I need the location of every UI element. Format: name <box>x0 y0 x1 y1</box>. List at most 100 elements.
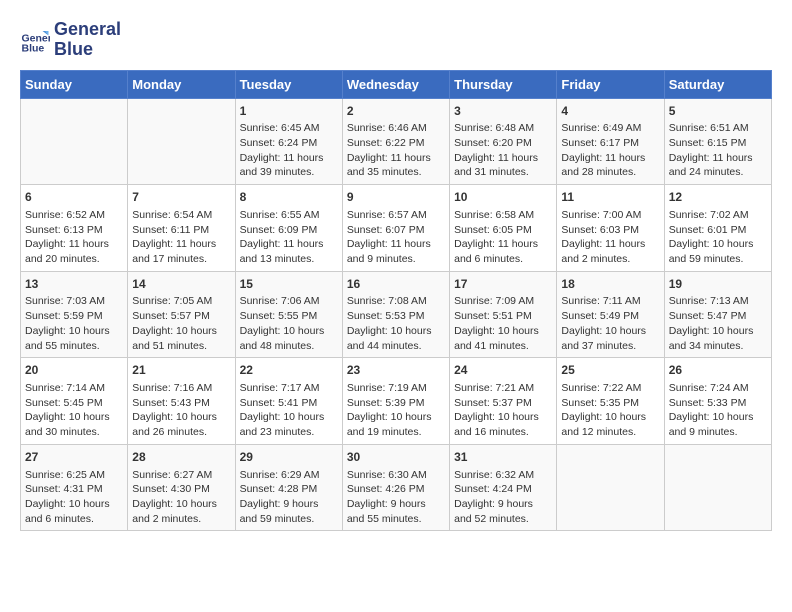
day-info: Sunset: 6:20 PM <box>454 136 552 151</box>
day-info: Sunset: 5:57 PM <box>132 309 230 324</box>
day-info: Sunrise: 6:52 AM <box>25 208 123 223</box>
day-info: Sunrise: 6:57 AM <box>347 208 445 223</box>
day-number: 14 <box>132 276 230 293</box>
day-info: Daylight: 10 hours and 16 minutes. <box>454 410 552 439</box>
day-info: Sunrise: 6:30 AM <box>347 468 445 483</box>
day-info: Sunrise: 7:05 AM <box>132 294 230 309</box>
day-info: Sunset: 6:17 PM <box>561 136 659 151</box>
day-info: Daylight: 10 hours and 37 minutes. <box>561 324 659 353</box>
day-cell: 21Sunrise: 7:16 AMSunset: 5:43 PMDayligh… <box>128 358 235 445</box>
header-row: SundayMondayTuesdayWednesdayThursdayFrid… <box>21 70 772 98</box>
day-cell: 7Sunrise: 6:54 AMSunset: 6:11 PMDaylight… <box>128 185 235 272</box>
day-number: 20 <box>25 362 123 379</box>
day-info: Daylight: 11 hours and 6 minutes. <box>454 237 552 266</box>
day-info: Sunset: 5:45 PM <box>25 396 123 411</box>
day-cell <box>21 98 128 185</box>
day-cell: 30Sunrise: 6:30 AMSunset: 4:26 PMDayligh… <box>342 444 449 531</box>
day-info: Sunset: 4:24 PM <box>454 482 552 497</box>
day-info: Daylight: 11 hours and 9 minutes. <box>347 237 445 266</box>
day-number: 28 <box>132 449 230 466</box>
day-info: Sunrise: 6:55 AM <box>240 208 338 223</box>
day-info: Sunrise: 6:46 AM <box>347 121 445 136</box>
day-info: Sunrise: 7:24 AM <box>669 381 767 396</box>
day-cell: 4Sunrise: 6:49 AMSunset: 6:17 PMDaylight… <box>557 98 664 185</box>
day-number: 29 <box>240 449 338 466</box>
day-info: Daylight: 10 hours and 12 minutes. <box>561 410 659 439</box>
day-number: 15 <box>240 276 338 293</box>
day-cell: 1Sunrise: 6:45 AMSunset: 6:24 PMDaylight… <box>235 98 342 185</box>
day-info: Sunset: 4:31 PM <box>25 482 123 497</box>
day-info: Sunset: 6:24 PM <box>240 136 338 151</box>
day-cell: 25Sunrise: 7:22 AMSunset: 5:35 PMDayligh… <box>557 358 664 445</box>
day-info: Sunrise: 6:48 AM <box>454 121 552 136</box>
day-info: Sunrise: 7:19 AM <box>347 381 445 396</box>
day-info: Daylight: 10 hours and 59 minutes. <box>669 237 767 266</box>
day-info: Daylight: 11 hours and 17 minutes. <box>132 237 230 266</box>
day-info: Daylight: 10 hours and 23 minutes. <box>240 410 338 439</box>
day-cell: 19Sunrise: 7:13 AMSunset: 5:47 PMDayligh… <box>664 271 771 358</box>
day-info: Sunset: 4:26 PM <box>347 482 445 497</box>
day-cell: 10Sunrise: 6:58 AMSunset: 6:05 PMDayligh… <box>450 185 557 272</box>
day-info: Daylight: 10 hours and 55 minutes. <box>25 324 123 353</box>
day-cell: 9Sunrise: 6:57 AMSunset: 6:07 PMDaylight… <box>342 185 449 272</box>
day-number: 27 <box>25 449 123 466</box>
header-cell-thursday: Thursday <box>450 70 557 98</box>
day-info: Daylight: 11 hours and 35 minutes. <box>347 151 445 180</box>
day-cell: 14Sunrise: 7:05 AMSunset: 5:57 PMDayligh… <box>128 271 235 358</box>
day-info: Daylight: 10 hours and 9 minutes. <box>669 410 767 439</box>
day-cell <box>557 444 664 531</box>
day-cell: 27 Sunrise: 6:25 AMSunset: 4:31 PMDayligh… <box>21 444 128 531</box>
day-info: Daylight: 10 hours and 51 minutes. <box>132 324 230 353</box>
day-cell: 18Sunrise: 7:11 AMSunset: 5:49 PMDayligh… <box>557 271 664 358</box>
svg-text:Blue: Blue <box>22 42 45 54</box>
day-cell: 29Sunrise: 6:29 AMSunset: 4:28 PMDayligh… <box>235 444 342 531</box>
header-cell-wednesday: Wednesday <box>342 70 449 98</box>
day-number: 3 <box>454 103 552 120</box>
day-info: Sunset: 5:53 PM <box>347 309 445 324</box>
day-number: 16 <box>347 276 445 293</box>
day-info: Sunset: 5:59 PM <box>25 309 123 324</box>
day-number: 18 <box>561 276 659 293</box>
day-info: Sunrise: 6:25 AM <box>25 468 123 483</box>
day-number: 21 <box>132 362 230 379</box>
day-number: 22 <box>240 362 338 379</box>
day-info: Daylight: 11 hours and 31 minutes. <box>454 151 552 180</box>
day-info: Sunrise: 7:11 AM <box>561 294 659 309</box>
day-info: Sunset: 5:49 PM <box>561 309 659 324</box>
day-number: 4 <box>561 103 659 120</box>
day-number: 1 <box>240 103 338 120</box>
day-cell <box>664 444 771 531</box>
day-info: Sunrise: 6:51 AM <box>669 121 767 136</box>
day-info: Daylight: 11 hours and 39 minutes. <box>240 151 338 180</box>
header-cell-saturday: Saturday <box>664 70 771 98</box>
day-info: Daylight: 10 hours and 19 minutes. <box>347 410 445 439</box>
day-info: Daylight: 11 hours and 20 minutes. <box>25 237 123 266</box>
day-info: Sunrise: 7:17 AM <box>240 381 338 396</box>
day-info: Daylight: 11 hours and 13 minutes. <box>240 237 338 266</box>
day-info: Sunset: 5:43 PM <box>132 396 230 411</box>
week-row-2: 6Sunrise: 6:52 AMSunset: 6:13 PMDaylight… <box>21 185 772 272</box>
logo: General Blue General Blue <box>20 20 121 60</box>
day-cell: 8Sunrise: 6:55 AMSunset: 6:09 PMDaylight… <box>235 185 342 272</box>
day-info: Sunrise: 6:58 AM <box>454 208 552 223</box>
day-cell: 23Sunrise: 7:19 AMSunset: 5:39 PMDayligh… <box>342 358 449 445</box>
day-number: 23 <box>347 362 445 379</box>
day-number: 26 <box>669 362 767 379</box>
day-cell: 28Sunrise: 6:27 AMSunset: 4:30 PMDayligh… <box>128 444 235 531</box>
day-info: Sunset: 5:41 PM <box>240 396 338 411</box>
day-info: Sunset: 6:07 PM <box>347 223 445 238</box>
day-info: Sunset: 5:35 PM <box>561 396 659 411</box>
day-cell: 6Sunrise: 6:52 AMSunset: 6:13 PMDaylight… <box>21 185 128 272</box>
day-info: Daylight: 9 hours and 55 minutes. <box>347 497 445 526</box>
week-row-1: 1Sunrise: 6:45 AMSunset: 6:24 PMDaylight… <box>21 98 772 185</box>
day-info: Sunrise: 6:45 AM <box>240 121 338 136</box>
day-info: Daylight: 10 hours and 6 minutes. <box>25 497 123 526</box>
day-number: 12 <box>669 189 767 206</box>
day-info: Sunset: 5:33 PM <box>669 396 767 411</box>
day-cell: 16Sunrise: 7:08 AMSunset: 5:53 PMDayligh… <box>342 271 449 358</box>
header-cell-sunday: Sunday <box>21 70 128 98</box>
day-info: Sunset: 6:22 PM <box>347 136 445 151</box>
day-info: Sunset: 5:47 PM <box>669 309 767 324</box>
calendar-body: 1Sunrise: 6:45 AMSunset: 6:24 PMDaylight… <box>21 98 772 531</box>
day-info: Daylight: 9 hours and 52 minutes. <box>454 497 552 526</box>
